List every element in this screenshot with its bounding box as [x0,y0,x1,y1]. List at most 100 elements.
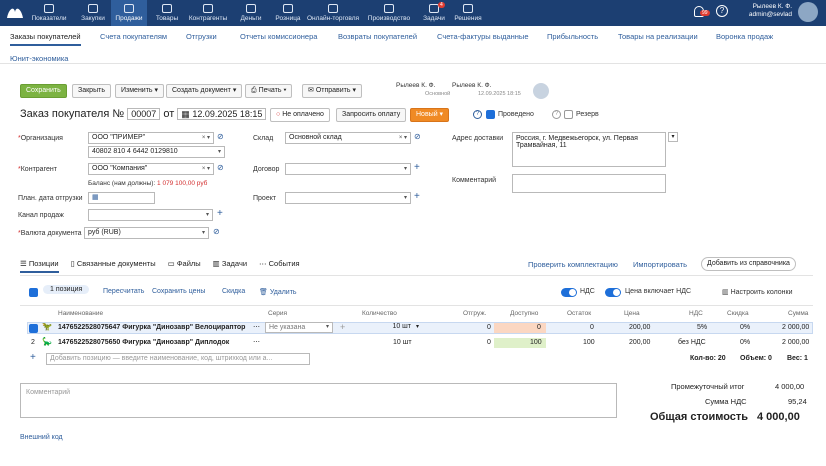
add-project-icon[interactable]: + [414,191,420,202]
avatar[interactable] [798,2,818,22]
comment-textarea[interactable]: Комментарий [20,383,617,418]
close-button[interactable]: Закрыть [72,84,111,98]
save-prices-link[interactable]: Сохранить цены [152,288,205,295]
project-select[interactable]: ▾ [285,192,411,204]
row-sum[interactable]: 2 000,00 [782,339,809,346]
tab-invoices[interactable]: Счета покупателям [100,32,167,41]
recalc-link[interactable]: Пересчитать [103,288,144,295]
row-name[interactable]: 1476522528075647 Фигурка "Динозавр" Вело… [58,324,245,331]
delete-link[interactable]: 🗑 Удалить [259,288,297,296]
owner-name[interactable]: Рылеев К. Ф. [396,82,435,89]
edit-button[interactable]: Изменить ▾ [115,84,165,98]
tab-tasks[interactable]: ▥ Задачи [213,259,247,273]
help-icon[interactable]: ? [716,5,728,17]
print-button[interactable]: ⎙ Печать ▾ [245,84,293,98]
tab-files[interactable]: ▭ Файлы [168,259,201,273]
row-sum[interactable]: 2 000,00 [782,324,809,331]
configure-columns-button[interactable]: ▥ Настроить колонки [722,288,793,296]
nav-item-4[interactable]: Контрагенты [186,0,230,26]
status-dropdown[interactable]: Новый ▾ [410,108,450,122]
help-icon[interactable]: ? [473,110,482,119]
tab-consignment[interactable]: Товары на реализации [618,32,698,41]
nav-item-7[interactable]: Онлайн-торговля [306,0,360,26]
save-button[interactable]: Сохранить [20,84,67,98]
reserve-checkbox[interactable] [564,110,573,119]
order-date[interactable]: ▦ 12.09.2025 18:15 [177,108,267,120]
tab-customer-orders[interactable]: Заказы покупателей [10,32,81,46]
col-available[interactable]: Доступно [510,310,538,317]
add-from-catalog-button[interactable]: Добавить из справочника [701,257,796,271]
col-sum[interactable]: Сумма [788,310,808,317]
contract-select[interactable]: ▾ [285,163,411,175]
col-price[interactable]: Цена [624,310,640,317]
discount-link[interactable]: Скидка [222,288,245,295]
row-price[interactable]: 200,00 [629,324,650,331]
link-icon[interactable]: ⊘ [217,132,224,141]
unit-chevron-icon[interactable]: ▾ [416,323,419,330]
currency-link-icon[interactable]: ⊘ [213,227,220,236]
row-discount[interactable]: 0% [740,339,750,346]
tab-shipments[interactable]: Отгрузки [186,32,217,41]
external-code-link[interactable]: Внешний код [20,434,63,441]
col-discount[interactable]: Скидка [727,310,749,317]
col-qty[interactable]: Количество [362,310,397,317]
channel-select[interactable]: ▾ [88,209,213,221]
row-checkbox[interactable] [29,324,38,333]
header-comment-input[interactable] [512,174,666,193]
nav-item-5[interactable]: Деньги [234,0,268,26]
nav-item-6[interactable]: Розница [272,0,304,26]
tab-related-docs[interactable]: ▯ Связанные документы [71,259,156,273]
account-select[interactable]: 40802 810 4 6442 0129810 ▾ [88,146,225,158]
col-series[interactable]: Серия [268,310,287,317]
ship-date-input[interactable]: ▦ [88,192,155,204]
warehouse-select[interactable]: Основной склад × ▾ [285,132,411,144]
posted-checkbox[interactable] [486,110,495,119]
row-menu-icon[interactable]: ⋯ [253,338,260,346]
nav-item-2[interactable]: Продажи [111,0,147,26]
add-position-input[interactable]: Добавить позицию — введите наименование,… [46,353,310,365]
tab-sales-funnel[interactable]: Воронка продаж [716,32,773,41]
col-stock[interactable]: Остаток [567,310,591,317]
logo-icon[interactable] [6,4,24,20]
series-select[interactable]: Не указана ▾ [265,322,333,333]
payment-status[interactable]: ○ Не оплачено [270,108,330,122]
nav-item-8[interactable]: Производство [364,0,414,26]
row-discount[interactable]: 0% [740,324,750,331]
qty-input[interactable]: 10 шт [352,322,414,333]
nav-item-3[interactable]: Товары [150,0,184,26]
tab-positions[interactable]: ☰ Позиции [20,259,59,273]
add-position-icon[interactable]: + [30,352,36,363]
tab-profitability[interactable]: Прибыльность [547,32,598,41]
row-name[interactable]: 1476522528075650 Фигурка "Динозавр" Дипл… [58,339,229,346]
row-menu-icon[interactable]: ⋯ [253,323,260,331]
check-kit-link[interactable]: Проверить комплектацию [528,260,618,269]
tab-commission-reports[interactable]: Отчеты комиссионера [240,32,317,41]
org-select[interactable]: ООО "ПРИМЕР" × ▾ [88,132,214,144]
nav-item-0[interactable]: Показатели [30,0,68,26]
select-all-checkbox[interactable] [29,288,38,297]
address-expand-icon[interactable]: ▾ [668,132,678,142]
warehouse-link-icon[interactable]: ⊘ [414,132,421,141]
col-name[interactable]: Наименование [58,310,103,317]
nav-item-10[interactable]: Решения [452,0,484,26]
nav-item-1[interactable]: Закупки [76,0,110,26]
add-contract-icon[interactable]: + [414,162,420,173]
contractor-select[interactable]: ООО "Компания" × ▾ [88,163,214,175]
row-vat[interactable]: 5% [697,324,707,331]
vat-toggle[interactable] [561,288,577,297]
tab-invoices-issued[interactable]: Счета-фактуры выданные [437,32,529,41]
currency-select[interactable]: руб (RUB) ▾ [84,227,209,239]
row-price[interactable]: 200,00 [629,339,650,346]
create-document-button[interactable]: Создать документ ▾ [166,84,243,98]
reserve-help-icon[interactable]: ? [552,110,561,119]
add-channel-icon[interactable]: + [217,208,223,219]
address-input[interactable]: Россия, г. Медвежьегорск, ул. Первая Тра… [512,132,666,167]
add-series-icon[interactable]: + [340,322,345,332]
request-payment-button[interactable]: Запросить оплату [336,108,407,122]
row-vat[interactable]: без НДС [678,339,706,346]
tab-unit-economics[interactable]: Юнит-экономика [10,54,68,63]
user-info[interactable]: Рылеев К. Ф. admin@sevlad [749,3,792,19]
order-number[interactable]: 00007 [127,108,161,120]
contractor-link-icon[interactable]: ⊘ [217,163,224,172]
col-shipped[interactable]: Отгруж. [463,310,486,317]
